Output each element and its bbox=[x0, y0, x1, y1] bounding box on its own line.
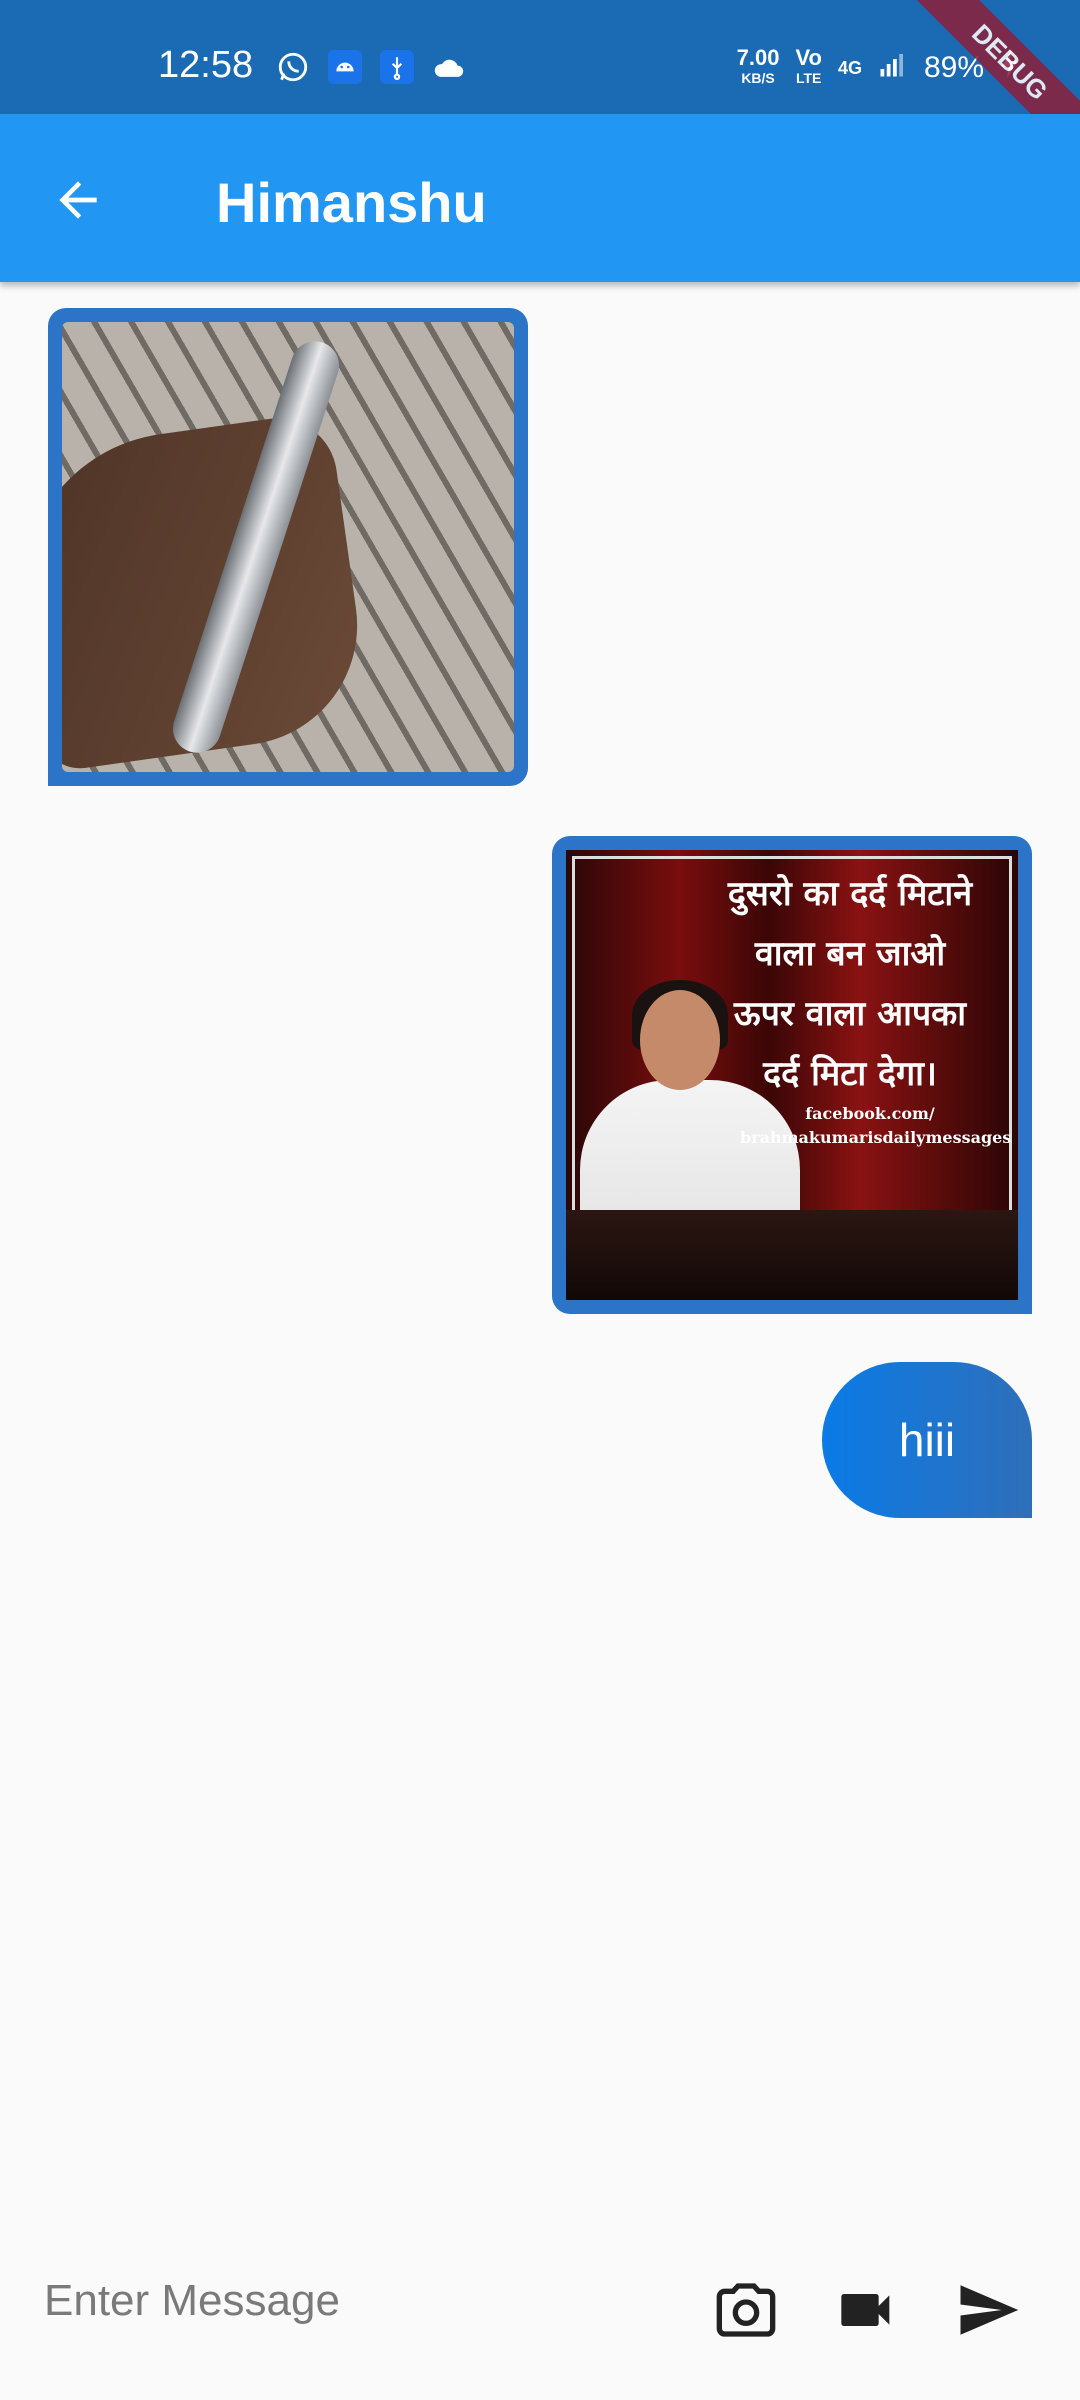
quote-url: facebook.com/ brahmakumarisdailymessages bbox=[740, 1102, 1012, 1150]
send-icon bbox=[960, 2285, 1019, 2335]
app-bar: Himanshu bbox=[0, 114, 1080, 282]
video-button[interactable] bbox=[826, 2274, 910, 2346]
net-speed: 7.00 KB/S bbox=[736, 45, 780, 88]
input-bar bbox=[0, 2196, 1080, 2400]
message-input[interactable] bbox=[44, 2266, 644, 2336]
net-speed-unit: KB/S bbox=[741, 70, 775, 86]
send-button[interactable] bbox=[946, 2274, 1030, 2346]
sent-text-message[interactable]: hiii bbox=[822, 1362, 1032, 1518]
volte-bottom: LTE bbox=[795, 70, 822, 86]
chat-title: Himanshu bbox=[216, 171, 487, 234]
quote-line: दुसरो का दर्द मिटाने bbox=[727, 874, 973, 914]
status-bar: 12:58 7.00 KB/S Vo LTE 4G 89% DEBUG bbox=[0, 0, 1080, 177]
back-button[interactable] bbox=[40, 162, 116, 238]
floor-strip bbox=[566, 1210, 1018, 1300]
cloud-icon bbox=[432, 50, 466, 84]
usb-icon bbox=[380, 50, 414, 84]
camera-button[interactable] bbox=[704, 2274, 788, 2346]
notification-icons bbox=[276, 50, 466, 84]
status-time: 12:58 bbox=[158, 44, 254, 86]
quote-line: दर्द मिटा देगा। bbox=[763, 1054, 937, 1094]
whatsapp-icon bbox=[276, 50, 310, 84]
sent-image-message[interactable]: दुसरो का दर्द मिटाने वाला बन जाओ ऊपर वाल… bbox=[552, 836, 1032, 1314]
received-image-message[interactable] bbox=[48, 308, 528, 786]
quote-url-line: facebook.com/ bbox=[805, 1104, 935, 1123]
signal-icon bbox=[878, 49, 908, 87]
camera-icon bbox=[716, 2283, 776, 2337]
videocam-icon bbox=[841, 2294, 890, 2326]
message-text: hiii bbox=[898, 1414, 956, 1466]
quote-line: ऊपर वाला आपका bbox=[733, 994, 967, 1034]
hand-holding-phone-photo bbox=[62, 322, 514, 772]
quote-url-line: brahmakumarisdailymessages bbox=[740, 1128, 1012, 1147]
network-label: 4G bbox=[837, 57, 862, 78]
net-speed-value: 7.00 bbox=[736, 45, 780, 70]
network-type: 4G bbox=[838, 58, 862, 79]
quote-image: दुसरो का दर्द मिटाने वाला बन जाओ ऊपर वाल… bbox=[566, 850, 1018, 1300]
arrow-back-icon bbox=[59, 181, 97, 219]
quote-text: दुसरो का दर्द मिटाने वाला बन जाओ ऊपर वाल… bbox=[700, 864, 1000, 1104]
quote-line: वाला बन जाओ bbox=[754, 934, 946, 974]
volte-indicator: Vo LTE bbox=[795, 45, 822, 88]
volte-top: Vo bbox=[795, 45, 822, 70]
android-icon bbox=[328, 50, 362, 84]
